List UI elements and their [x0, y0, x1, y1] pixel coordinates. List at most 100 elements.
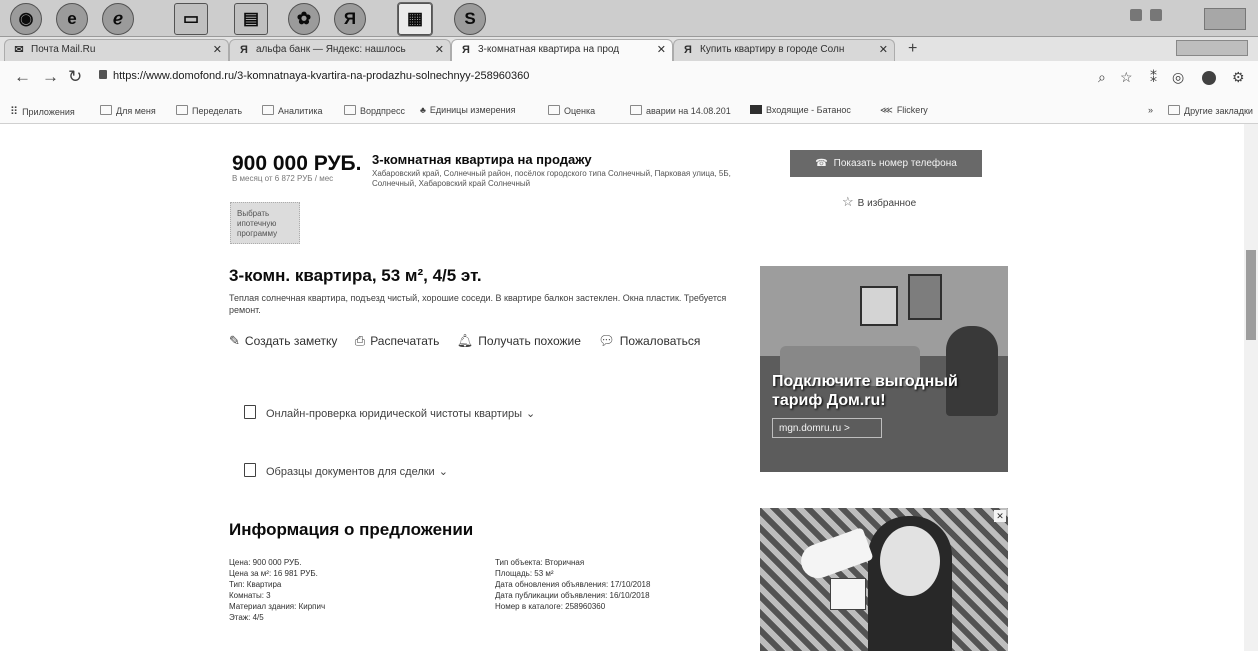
- folder-icon: [548, 105, 560, 115]
- listing-title: 3-комн. квартира, 53 м², 4/5 эт.: [229, 266, 482, 285]
- bookmark-folder[interactable]: Оценка: [548, 105, 595, 116]
- listing-description: Теплая солнечная квартира, подъезд чисты…: [229, 293, 727, 315]
- scrollbar-thumb[interactable]: [1246, 250, 1256, 340]
- action-label: Распечатать: [370, 334, 440, 348]
- media-player-icon[interactable]: ✿: [288, 3, 320, 35]
- star-icon: ☆: [842, 194, 854, 209]
- ad-banner-photo[interactable]: ✕: [760, 508, 1008, 651]
- network-icon[interactable]: [1130, 9, 1142, 21]
- bookmark-link[interactable]: ⋘ Flickery: [880, 105, 928, 116]
- bookmark-folder[interactable]: Аналитика: [262, 105, 323, 116]
- bookmarks-overflow-icon[interactable]: »: [1148, 105, 1153, 115]
- tab-yandex[interactable]: Я альфа банк — Яндекс: нашлось ✕: [229, 39, 451, 61]
- tab-label: 3-комнатная квартира на прод: [478, 44, 620, 55]
- bookmark-folder[interactable]: Для меня: [100, 105, 156, 116]
- note-icon: ✎: [229, 333, 240, 348]
- close-icon[interactable]: ✕: [879, 43, 888, 56]
- ad-banner-domru[interactable]: Подключите выгодный тариф Дом.ru! mgn.do…: [760, 266, 1008, 472]
- bookmark-label: Переделать: [192, 106, 243, 116]
- yandex-browser-icon[interactable]: Я: [334, 3, 366, 35]
- bookmarks-bar: ⠿ Приложения Для меня Переделать Аналитик…: [0, 99, 1258, 124]
- zoom-icon[interactable]: ⌕: [1098, 69, 1106, 86]
- ad-link-button[interactable]: mgn.domru.ru >: [772, 418, 882, 438]
- extension-icon[interactable]: ⁑: [1150, 69, 1157, 86]
- listing-price: 900 000 РУБ.: [232, 152, 362, 175]
- tab-label: альфа банк — Яндекс: нашлось: [256, 44, 406, 55]
- info-section-title: Информация о предложении: [229, 520, 474, 539]
- bookmark-label: Flickery: [896, 105, 928, 115]
- doc-samples-link[interactable]: Образцы документов для сделки ⌄: [244, 463, 448, 478]
- phone-icon: ☎: [815, 158, 828, 169]
- info-row: Номер в каталоге: 258960360: [495, 602, 606, 611]
- chrome-icon[interactable]: ◉: [10, 3, 42, 35]
- ie-icon[interactable]: ℯ: [102, 3, 134, 35]
- tab-mail[interactable]: ✉ Почта Mail.Ru ✕: [4, 39, 229, 61]
- info-row: Материал здания: Кирпич: [229, 602, 326, 611]
- window-controls[interactable]: [1176, 40, 1248, 56]
- url-field[interactable]: https://www.domofond.ru/3-komnatnaya-kva…: [99, 70, 529, 82]
- info-row: Тип: Квартира: [229, 580, 282, 589]
- complain-button[interactable]: 💬︎ Пожаловаться: [598, 333, 700, 349]
- settings-icon[interactable]: ⚙: [1232, 69, 1245, 86]
- tab-search[interactable]: Я Купить квартиру в городе Солн ✕: [673, 39, 895, 61]
- volume-icon[interactable]: [1150, 9, 1162, 21]
- bookmark-label: Для меня: [116, 106, 156, 116]
- domofond-icon: Я: [462, 44, 470, 56]
- favorite-link[interactable]: ☆ В избранное: [842, 194, 916, 210]
- tab-label: Купить квартиру в городе Солн: [700, 44, 845, 55]
- bookmark-folder[interactable]: Переделать: [176, 105, 242, 116]
- folder-icon: [100, 105, 112, 115]
- close-icon[interactable]: ✕: [213, 43, 222, 56]
- units-icon: ♣: [420, 105, 426, 115]
- forward-icon[interactable]: →: [42, 67, 59, 87]
- monthly-payment: В месяц от 6 872 РУБ / мес: [232, 174, 334, 183]
- clock[interactable]: [1204, 8, 1246, 30]
- ad-person-face: [880, 526, 940, 596]
- browser-icon[interactable]: e: [56, 3, 88, 35]
- skype-icon[interactable]: S: [454, 3, 486, 35]
- back-icon[interactable]: ←: [14, 67, 31, 87]
- word-icon[interactable]: ▤: [234, 3, 268, 35]
- folder-icon[interactable]: ▭: [174, 3, 208, 35]
- info-row: Дата обновления объявления: 17/10/2018: [495, 580, 651, 589]
- close-icon[interactable]: ✕: [435, 43, 444, 56]
- bookmark-label: Единицы измерения: [429, 105, 516, 115]
- ad-picture-frame: [908, 274, 942, 320]
- reload-icon[interactable]: ↻: [68, 67, 82, 87]
- taskbar: ◉ e ℯ ▭ ▤ ✿ Я ▦ S: [0, 0, 1258, 37]
- bookmark-apps[interactable]: ⠿ Приложения: [10, 105, 75, 118]
- lock-icon: [99, 70, 107, 79]
- bookmark-label: Аналитика: [278, 106, 323, 116]
- close-icon[interactable]: ✕: [994, 510, 1006, 522]
- sync-icon[interactable]: ◎: [1172, 69, 1184, 86]
- gmail-icon: [750, 105, 762, 114]
- bookmark-other[interactable]: Другие закладки: [1168, 105, 1253, 116]
- tab-strip: ✉ Почта Mail.Ru ✕ Я альфа банк — Яндекс:…: [0, 37, 1258, 61]
- action-label: Пожаловаться: [619, 334, 701, 348]
- folder-icon: [262, 105, 274, 115]
- tab-listing[interactable]: Я 3-комнатная квартира на прод ✕: [451, 39, 673, 61]
- bookmark-folder[interactable]: аварии на 14.08.201: [630, 105, 731, 116]
- similar-button[interactable]: 🔔︎ Получать похожие: [457, 333, 581, 349]
- create-note-button[interactable]: ✎ Создать заметку: [229, 333, 337, 349]
- extension-dot-icon[interactable]: [1202, 71, 1216, 85]
- info-left-column: Цена: 900 000 РУБ. Цена за м²: 16 981 РУ…: [229, 557, 325, 623]
- info-row: Дата публикации объявления: 16/10/2018: [495, 591, 650, 600]
- folder-icon: [630, 105, 642, 115]
- close-icon[interactable]: ✕: [657, 43, 666, 56]
- new-tab-button[interactable]: +: [908, 40, 917, 58]
- flickery-icon: ⋘: [880, 105, 893, 115]
- mortgage-button[interactable]: Выбрать ипотечную программу: [230, 202, 300, 244]
- show-phone-button[interactable]: ☎ Показать номер телефона: [790, 150, 982, 177]
- scrollbar[interactable]: [1244, 124, 1258, 651]
- star-icon[interactable]: ☆: [1120, 69, 1133, 86]
- document-icon: [244, 405, 256, 419]
- legal-check-link[interactable]: Онлайн-проверка юридической чистоты квар…: [244, 405, 535, 420]
- bookmark-folder[interactable]: Вордпресс: [344, 105, 405, 116]
- print-button[interactable]: ⎙ Распечатать: [355, 333, 440, 349]
- bookmark-link[interactable]: Входящие - Батанос: [750, 105, 851, 115]
- mail-icon: ✉: [14, 44, 24, 56]
- bookmark-link[interactable]: ♣ Единицы измерения: [420, 105, 516, 115]
- calendar-icon[interactable]: ▦: [397, 2, 433, 36]
- link-label: Онлайн-проверка юридической чистоты квар…: [266, 408, 523, 420]
